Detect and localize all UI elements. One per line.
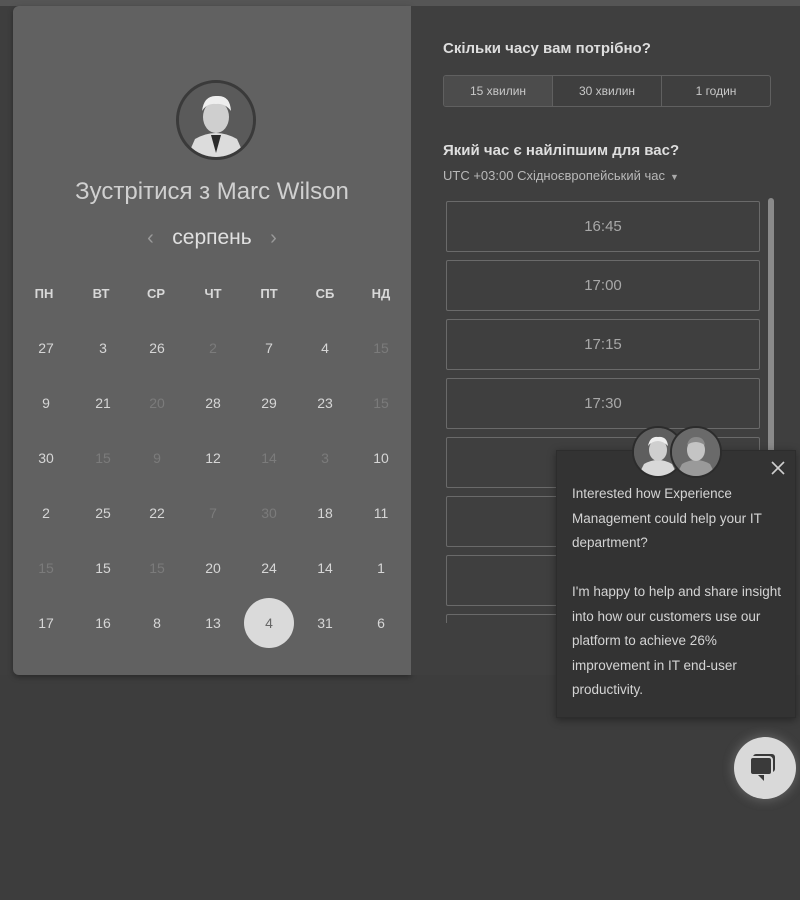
calendar-day[interactable]: 29 [249,391,289,415]
calendar-day[interactable]: 1 [361,556,401,580]
calendar-day[interactable]: 30 [249,501,289,525]
calendar-day[interactable]: 18 [305,501,345,525]
calendar-day[interactable]: 9 [137,446,177,470]
calendar-day[interactable]: 28 [193,391,233,415]
duration-60-button[interactable]: 1 годин [661,76,770,106]
calendar-day[interactable]: 6 [361,611,401,635]
calendar-day[interactable]: 22 [137,501,177,525]
calendar-day[interactable]: 2 [26,501,66,525]
duration-selector: 15 хвилин 30 хвилин 1 годин [443,75,771,107]
calendar-day[interactable]: 8 [137,611,177,635]
calendar-grid: 27 3 26 2 7 4 15 9 21 20 28 29 23 15 30 15 9 12 14 3 10 2 25 22… [13,6,411,675]
chat-message: Interested how Experience Management cou… [572,486,781,697]
calendar-day[interactable]: 26 [137,336,177,360]
calendar-day[interactable]: 7 [249,336,289,360]
calendar-panel: Зустрітися з Marc Wilson ‹ серпень › ПН … [13,6,411,675]
timezone-label: UTC +03:00 Східноєвропейський час [443,168,665,183]
agent-avatar [670,426,722,478]
calendar-day[interactable]: 20 [137,391,177,415]
time-slot-button[interactable]: 17:30 [446,378,760,429]
chat-launcher-button[interactable] [734,737,796,799]
calendar-day[interactable]: 17 [26,611,66,635]
calendar-day[interactable]: 3 [305,446,345,470]
calendar-day[interactable]: 15 [83,446,123,470]
calendar-day[interactable]: 15 [83,556,123,580]
calendar-day-selected[interactable]: 4 [244,598,294,648]
calendar-day[interactable]: 2 [193,336,233,360]
duration-30-button[interactable]: 30 хвилин [552,76,661,106]
calendar-day[interactable]: 4 [305,336,345,360]
calendar-day[interactable]: 7 [193,501,233,525]
calendar-day[interactable]: 10 [361,446,401,470]
calendar-day[interactable]: 24 [249,556,289,580]
calendar-day[interactable]: 14 [305,556,345,580]
calendar-day[interactable]: 27 [26,336,66,360]
calendar-day[interactable]: 15 [361,336,401,360]
chat-popup: Interested how Experience Management cou… [556,450,796,718]
calendar-day[interactable]: 9 [26,391,66,415]
close-icon[interactable] [769,459,787,477]
calendar-day[interactable]: 16 [83,611,123,635]
calendar-day[interactable]: 30 [26,446,66,470]
calendar-day[interactable]: 14 [249,446,289,470]
calendar-day[interactable]: 15 [26,556,66,580]
calendar-day[interactable]: 15 [137,556,177,580]
calendar-day[interactable]: 20 [193,556,233,580]
calendar-day[interactable]: 15 [361,391,401,415]
calendar-day[interactable]: 21 [83,391,123,415]
time-slot-button[interactable]: 17:15 [446,319,760,370]
calendar-day[interactable]: 12 [193,446,233,470]
calendar-day[interactable]: 3 [83,336,123,360]
calendar-day[interactable]: 23 [305,391,345,415]
duration-question: Скільки часу вам потрібно? [443,40,651,57]
time-slot-button[interactable]: 16:45 [446,201,760,252]
time-slot-button[interactable]: 17:00 [446,260,760,311]
timezone-dropdown[interactable]: UTC +03:00 Східноєвропейський час ▼ [443,168,679,183]
calendar-day[interactable]: 25 [83,501,123,525]
calendar-day[interactable]: 11 [361,501,401,525]
time-question: Який час є найліпшим для вас? [443,142,680,159]
calendar-day[interactable]: 31 [305,611,345,635]
caret-down-icon: ▼ [669,171,679,182]
duration-15-button[interactable]: 15 хвилин [444,76,552,106]
chat-bubble-icon [749,754,775,781]
calendar-day[interactable]: 13 [193,611,233,635]
